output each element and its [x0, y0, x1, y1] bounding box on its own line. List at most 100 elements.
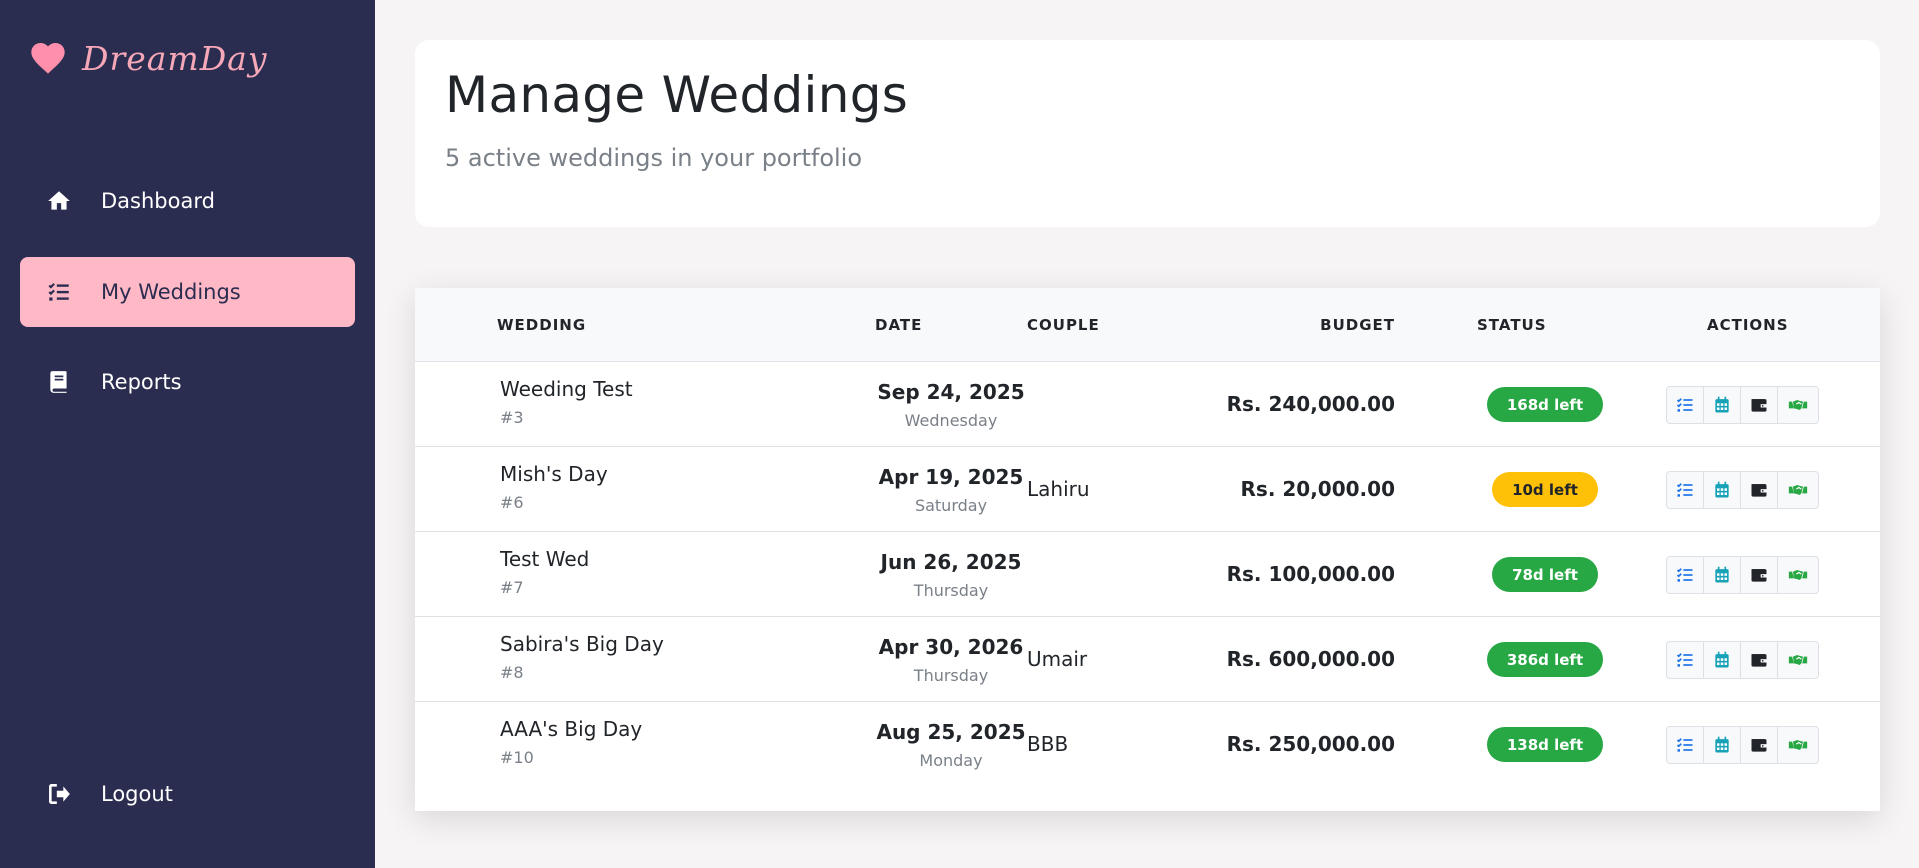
calendar-icon — [1715, 481, 1729, 498]
logout-label: Logout — [101, 782, 173, 806]
column-header-status[interactable]: STATUS — [1477, 316, 1547, 334]
sidebar-item-my-weddings[interactable]: My Weddings — [20, 257, 355, 327]
checklist-icon — [1676, 653, 1693, 667]
wedding-date: Sep 24, 2025 — [877, 380, 1025, 404]
couple-name: BBB — [1027, 732, 1069, 756]
row-actions — [1666, 641, 1819, 679]
table-row: AAA's Big Day #10 Aug 25, 2025 Monday BBB Rs.… — [415, 702, 1880, 787]
table-row: Test Wed #7 Jun 26, 2025 Thursday Rs. 100,00… — [415, 532, 1880, 617]
status-badge: 78d left — [1492, 557, 1598, 592]
wedding-id: #8 — [500, 663, 524, 682]
brand-name: DreamDay — [82, 38, 268, 78]
checklist-action-button[interactable] — [1666, 641, 1704, 679]
status-cell: 10d left — [1455, 472, 1635, 507]
budget-amount: Rs. 20,000.00 — [1240, 477, 1395, 501]
wedding-name[interactable]: AAA's Big Day — [500, 717, 642, 741]
column-header-budget[interactable]: BUDGET — [1320, 316, 1395, 334]
wedding-id: #10 — [500, 748, 534, 767]
brand-logo[interactable]: DreamDay — [28, 38, 268, 78]
calendar-action-button[interactable] — [1703, 471, 1741, 509]
wallet-action-button[interactable] — [1740, 471, 1778, 509]
status-badge: 138d left — [1486, 727, 1604, 762]
column-header-actions: ACTIONS — [1707, 316, 1789, 334]
couple-name: Lahiru — [1027, 477, 1090, 501]
table-row: Weeding Test #3 Sep 24, 2025 Wednesday Rs. 2… — [415, 362, 1880, 447]
checklist-icon — [1676, 483, 1693, 497]
checklist-icon — [48, 283, 69, 301]
handshake-icon — [1788, 400, 1808, 410]
calendar-icon — [1715, 736, 1729, 753]
handshake-action-button[interactable] — [1777, 726, 1819, 764]
table-row: Mish's Day #6 Apr 19, 2025 Saturday Lahiru Rs… — [415, 447, 1880, 532]
budget-amount: Rs. 100,000.00 — [1226, 562, 1395, 586]
status-badge: 10d left — [1492, 472, 1598, 507]
handshake-action-button[interactable] — [1777, 556, 1819, 594]
status-badge: 168d left — [1486, 387, 1604, 422]
wallet-action-button[interactable] — [1740, 726, 1778, 764]
wedding-name[interactable]: Mish's Day — [500, 462, 608, 486]
checklist-icon — [1676, 568, 1693, 582]
handshake-action-button[interactable] — [1777, 641, 1819, 679]
column-header-date[interactable]: DATE — [875, 316, 922, 334]
home-icon — [48, 191, 70, 210]
column-header-couple[interactable]: COUPLE — [1027, 316, 1100, 334]
sidebar-item-label: My Weddings — [101, 280, 241, 304]
wallet-icon — [1751, 484, 1767, 497]
checklist-action-button[interactable] — [1666, 556, 1704, 594]
table-row: Sabira's Big Day #8 Apr 30, 2026 Thursday Um… — [415, 617, 1880, 702]
handshake-icon — [1788, 485, 1808, 495]
handshake-action-button[interactable] — [1777, 386, 1819, 424]
row-actions — [1666, 386, 1819, 424]
row-actions — [1666, 726, 1819, 764]
page-header: Manage Weddings 5 active weddings in you… — [415, 40, 1880, 227]
sidebar-item-label: Reports — [101, 370, 182, 394]
wallet-icon — [1751, 399, 1767, 412]
calendar-action-button[interactable] — [1703, 641, 1741, 679]
wedding-date: Jun 26, 2025 — [880, 550, 1022, 574]
status-cell: 78d left — [1455, 557, 1635, 592]
wallet-action-button[interactable] — [1740, 556, 1778, 594]
heart-icon — [31, 43, 65, 74]
page-subtitle: 5 active weddings in your portfolio — [445, 144, 863, 172]
calendar-icon — [1715, 396, 1729, 413]
wallet-action-button[interactable] — [1740, 386, 1778, 424]
checklist-icon — [1676, 398, 1693, 412]
couple-name: Umair — [1027, 647, 1088, 671]
checklist-action-button[interactable] — [1666, 471, 1704, 509]
budget-amount: Rs. 600,000.00 — [1226, 647, 1395, 671]
sidebar-item-dashboard[interactable]: Dashboard — [20, 166, 355, 236]
logout-button[interactable]: Logout — [20, 759, 355, 829]
wedding-id: #3 — [500, 408, 524, 427]
row-actions — [1666, 556, 1819, 594]
wedding-weekday: Wednesday — [904, 411, 998, 430]
checklist-icon — [1676, 738, 1693, 752]
wedding-name[interactable]: Test Wed — [500, 547, 589, 571]
column-header-wedding[interactable]: WEDDING — [497, 316, 586, 334]
wallet-action-button[interactable] — [1740, 641, 1778, 679]
logout-icon — [49, 784, 70, 804]
calendar-icon — [1715, 651, 1729, 668]
sidebar-item-reports[interactable]: Reports — [20, 347, 355, 417]
page-title: Manage Weddings — [445, 66, 909, 124]
calendar-action-button[interactable] — [1703, 556, 1741, 594]
wedding-name[interactable]: Sabira's Big Day — [500, 632, 664, 656]
checklist-action-button[interactable] — [1666, 726, 1704, 764]
handshake-action-button[interactable] — [1777, 471, 1819, 509]
wedding-name[interactable]: Weeding Test — [500, 377, 633, 401]
wallet-icon — [1751, 569, 1767, 582]
book-icon — [50, 371, 67, 393]
sidebar-item-label: Dashboard — [101, 189, 215, 213]
calendar-action-button[interactable] — [1703, 386, 1741, 424]
checklist-action-button[interactable] — [1666, 386, 1704, 424]
row-actions — [1666, 471, 1819, 509]
handshake-icon — [1788, 740, 1808, 750]
status-cell: 138d left — [1455, 727, 1635, 762]
calendar-action-button[interactable] — [1703, 726, 1741, 764]
wallet-icon — [1751, 654, 1767, 667]
handshake-icon — [1788, 655, 1808, 665]
budget-amount: Rs. 250,000.00 — [1226, 732, 1395, 756]
budget-amount: Rs. 240,000.00 — [1226, 392, 1395, 416]
handshake-icon — [1788, 570, 1808, 580]
wedding-id: #6 — [500, 493, 524, 512]
status-cell: 168d left — [1455, 387, 1635, 422]
